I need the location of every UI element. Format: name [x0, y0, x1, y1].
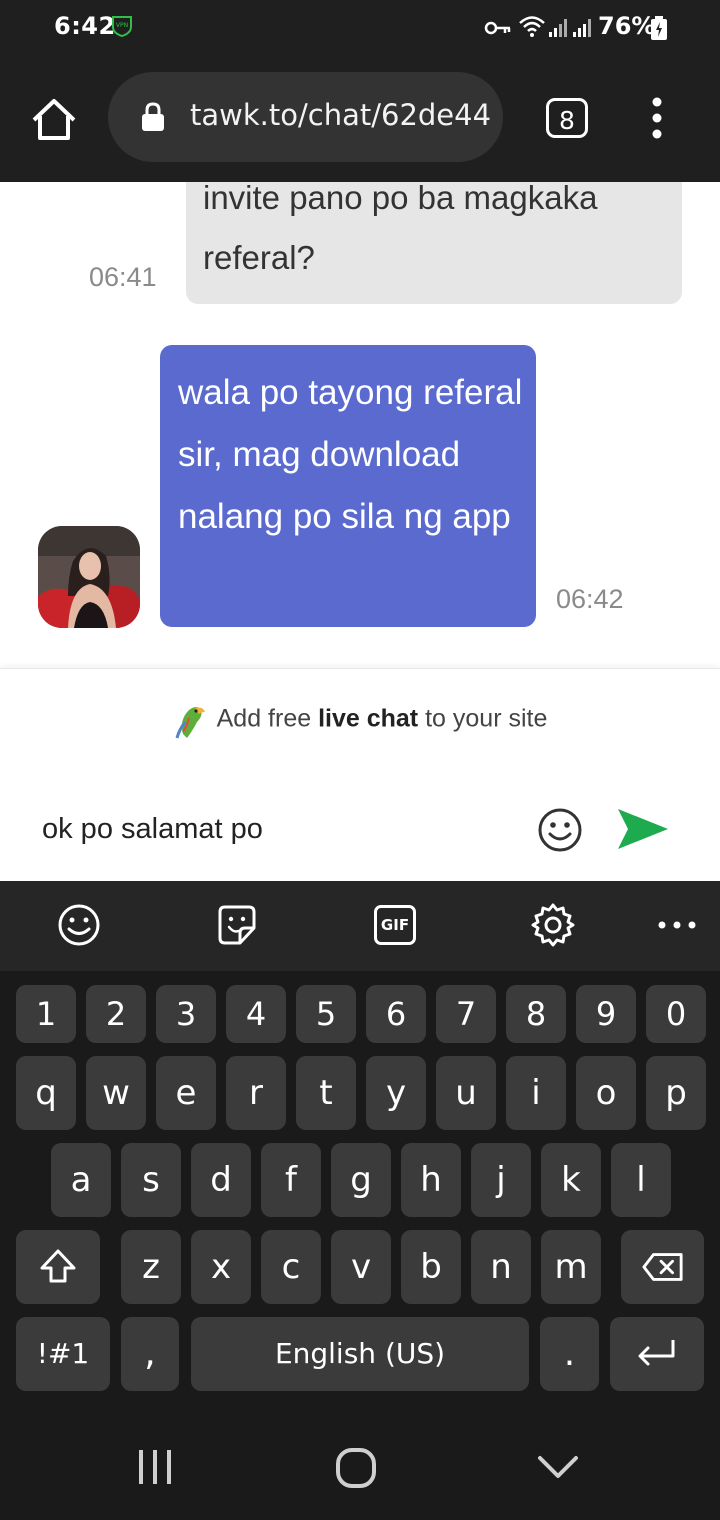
battery-percent: 76% — [598, 12, 656, 40]
key-g[interactable]: g — [331, 1143, 391, 1217]
key-7[interactable]: 7 — [436, 985, 496, 1043]
key-6[interactable]: 6 — [366, 985, 426, 1043]
key-r[interactable]: r — [226, 1056, 286, 1130]
key-e[interactable]: e — [156, 1056, 216, 1130]
key-8[interactable]: 8 — [506, 985, 566, 1043]
key-l[interactable]: l — [611, 1143, 671, 1217]
status-time: 6:42 — [54, 12, 116, 40]
incoming-message-time: 06:41 — [89, 262, 157, 292]
key-t[interactable]: t — [296, 1056, 356, 1130]
home-icon[interactable] — [28, 94, 80, 146]
key-1[interactable]: 1 — [16, 985, 76, 1043]
gif-button[interactable]: GIF — [374, 905, 416, 945]
key-q[interactable]: q — [16, 1056, 76, 1130]
key-b[interactable]: b — [401, 1230, 461, 1304]
key-p[interactable]: p — [646, 1056, 706, 1130]
chat-transcript: invite pano po ba magkaka referal? 06:41… — [0, 182, 720, 668]
promo-text-prefix: Add free — [216, 704, 319, 733]
lock-icon — [142, 102, 164, 131]
key-o[interactable]: o — [576, 1056, 636, 1130]
comma-key[interactable]: , — [121, 1317, 179, 1391]
url-text[interactable]: tawk.to/chat/62de44e — [190, 98, 490, 132]
keyboard-toolbar — [0, 881, 720, 971]
enter-key[interactable] — [610, 1317, 704, 1391]
enter-icon — [638, 1340, 675, 1366]
key-4[interactable]: 4 — [226, 985, 286, 1043]
sticker-icon[interactable] — [214, 902, 260, 948]
add-live-chat-promo-link[interactable]: Add free live chat to your site — [0, 700, 720, 740]
key-d[interactable]: d — [191, 1143, 251, 1217]
battery-icon — [651, 16, 667, 40]
vpn-icon: VPN — [112, 16, 132, 37]
space-key[interactable]: English (US) — [191, 1317, 529, 1391]
key-v[interactable]: v — [331, 1230, 391, 1304]
key-x[interactable]: x — [191, 1230, 251, 1304]
key-j[interactable]: j — [471, 1143, 531, 1217]
promo-text-suffix: to your site — [418, 704, 548, 733]
message-input[interactable] — [42, 806, 512, 852]
signal-1-icon — [549, 19, 567, 37]
key-5[interactable]: 5 — [296, 985, 356, 1043]
more-options-icon[interactable] — [654, 902, 700, 948]
key-9[interactable]: 9 — [576, 985, 636, 1043]
agent-avatar — [38, 526, 140, 628]
key-k[interactable]: k — [541, 1143, 601, 1217]
agent-message-time: 06:42 — [556, 584, 624, 614]
key-c[interactable]: c — [261, 1230, 321, 1304]
key-z[interactable]: z — [121, 1230, 181, 1304]
shift-icon — [40, 1249, 76, 1283]
promo-text-bold: live chat — [318, 704, 419, 733]
overflow-menu-icon[interactable] — [640, 96, 674, 140]
key-n[interactable]: n — [471, 1230, 531, 1304]
shift-key[interactable] — [16, 1230, 100, 1304]
key-h[interactable]: h — [401, 1143, 461, 1217]
home-nav-icon[interactable] — [334, 1446, 378, 1490]
key-3[interactable]: 3 — [156, 985, 216, 1043]
key-icon — [484, 21, 511, 35]
agent-message-text: wala po tayong referal sir, mag download… — [178, 373, 523, 536]
send-icon[interactable] — [614, 806, 670, 852]
incoming-message-text: invite pano po ba magkaka referal? — [203, 182, 598, 276]
key-m[interactable]: m — [541, 1230, 601, 1304]
emoji-icon[interactable] — [536, 806, 584, 854]
tab-switcher-button[interactable]: 8 — [546, 98, 588, 138]
wifi-icon — [519, 16, 545, 37]
key-y[interactable]: y — [366, 1056, 426, 1130]
symbols-key[interactable]: !#1 — [16, 1317, 110, 1391]
signal-2-icon — [573, 19, 591, 37]
keyboard-emoji-icon[interactable] — [56, 902, 102, 948]
backspace-icon — [641, 1253, 683, 1281]
backspace-key[interactable] — [621, 1230, 704, 1304]
key-u[interactable]: u — [436, 1056, 496, 1130]
vpn-badge-label: VPN — [116, 22, 128, 29]
key-0[interactable]: 0 — [646, 985, 706, 1043]
key-a[interactable]: a — [51, 1143, 111, 1217]
back-nav-icon[interactable] — [536, 1452, 580, 1482]
settings-gear-icon[interactable] — [530, 902, 576, 948]
recent-apps-icon[interactable] — [134, 1447, 176, 1487]
parrot-icon — [175, 707, 205, 739]
key-i[interactable]: i — [506, 1056, 566, 1130]
key-f[interactable]: f — [261, 1143, 321, 1217]
key-s[interactable]: s — [121, 1143, 181, 1217]
period-key[interactable]: . — [540, 1317, 599, 1391]
key-2[interactable]: 2 — [86, 985, 146, 1043]
key-w[interactable]: w — [86, 1056, 146, 1130]
